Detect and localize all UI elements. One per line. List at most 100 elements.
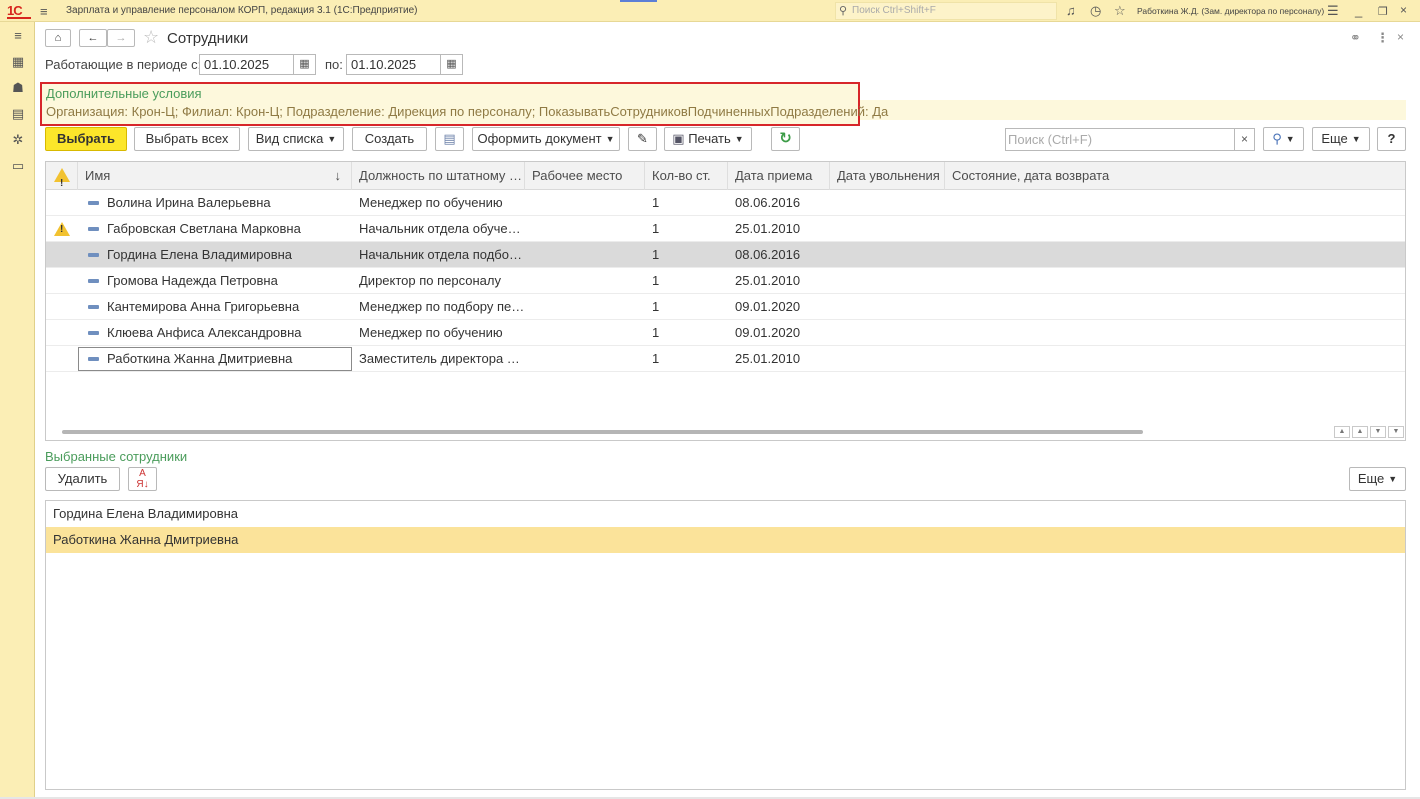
favorite-star-icon[interactable]: ☆ [143, 28, 159, 46]
refresh-button[interactable]: ↻ [771, 127, 800, 151]
global-search-placeholder: Поиск Ctrl+Shift+F [852, 5, 936, 16]
employee-hire-date: 08.06.2016 [735, 247, 801, 262]
minimize-icon[interactable]: _ [1355, 3, 1362, 18]
additional-conditions-box: Дополнительные условия Организация: Крон… [40, 82, 888, 126]
history-icon[interactable]: ◷ [1090, 3, 1101, 19]
sort-down-icon: ↓ [334, 168, 342, 183]
table-header: Имя ↓ Должность по штатному … Рабочее мес… [46, 162, 1405, 190]
column-header-rate[interactable]: Кол-во ст. [645, 162, 728, 190]
restore-icon[interactable]: ❐ [1378, 5, 1388, 18]
id-card-icon[interactable]: ▭ [10, 158, 26, 174]
clear-icon: × [1240, 132, 1248, 146]
table-row[interactable]: Волина Ирина Валерьевна Менеджер по обуче… [46, 190, 1405, 216]
menu-icon[interactable]: ≡ [10, 28, 26, 44]
table-row[interactable]: Гордина Елена Владимировна Начальник отде… [46, 242, 1405, 268]
employee-hire-date: 25.01.2010 [735, 351, 801, 366]
column-header-dismiss-date[interactable]: Дата увольнения [830, 162, 945, 190]
caret-down-icon: ▼ [1351, 134, 1361, 144]
more-actions-icon[interactable]: ⋮ [1376, 30, 1389, 46]
clear-search-button[interactable]: × [1234, 128, 1255, 151]
link-icon[interactable]: ⚭ [1350, 30, 1361, 46]
horizontal-scrollbar[interactable] [62, 430, 1143, 434]
table-row[interactable]: Громова Надежда Петровна Директор по перс… [46, 268, 1405, 294]
calendar-from-button[interactable]: ▦ [294, 54, 316, 75]
list-view-button[interactable]: Вид списка ▼ [248, 127, 344, 151]
close-window-icon[interactable]: × [1400, 3, 1407, 17]
column-header-hire-date[interactable]: Дата приема [728, 162, 830, 190]
make-document-button[interactable]: Оформить документ ▼ [472, 127, 620, 151]
current-user[interactable]: Работкина Ж.Д. (Зам. директора по персон… [1137, 6, 1324, 16]
search-options-button[interactable]: ⚲ ▼ [1263, 127, 1304, 151]
print-button[interactable]: ▣ Печать ▼ [664, 127, 752, 151]
calendar-to-button[interactable]: ▦ [441, 54, 463, 75]
list-search-placeholder: Поиск (Ctrl+F) [1008, 132, 1093, 147]
favorites-star-icon[interactable]: ☆ [1114, 3, 1126, 19]
warning-column-header[interactable] [46, 162, 78, 190]
warning-icon [54, 222, 70, 236]
additional-conditions-text: Организация: Крон-Ц; Филиал: Крон-Ц; Под… [46, 104, 889, 119]
back-button[interactable]: ← [79, 29, 107, 47]
create-button[interactable]: Создать [352, 127, 427, 151]
table-row[interactable]: Клюева Анфиса Александровна Менеджер по о… [46, 320, 1405, 346]
table-row[interactable]: Кантемирова Анна Григорьевна Менеджер по … [46, 294, 1405, 320]
employee-position: Начальник отдела подбо… [359, 247, 522, 262]
main-menu-icon[interactable]: ≡ [40, 4, 48, 19]
additional-conditions-title[interactable]: Дополнительные условия [46, 86, 202, 101]
table-row[interactable]: Габровская Светлана Марковна Начальник от… [46, 216, 1405, 242]
employee-dismiss-date [830, 242, 945, 268]
employee-position: Заместитель директора … [359, 351, 520, 366]
scroll-first-button[interactable]: ▲ [1334, 426, 1350, 438]
more-button[interactable]: Еще ▼ [1312, 127, 1370, 151]
employee-icon [88, 331, 99, 335]
scroll-last-button[interactable]: ▼ [1388, 426, 1404, 438]
list-item[interactable]: Работкина Жанна Дмитриевна [46, 527, 1405, 553]
employee-state [945, 346, 1405, 372]
sort-button[interactable]: А Я↓ [128, 467, 157, 491]
notifications-icon[interactable]: ♫ [1066, 3, 1076, 18]
column-label: Имя [85, 168, 111, 183]
period-from-field[interactable]: 01.10.2025 [199, 54, 294, 75]
1c-logo[interactable]: 1С [7, 3, 31, 19]
attachments-button[interactable]: ✎ [628, 127, 657, 151]
more-label: Еще [1321, 131, 1348, 146]
list-view-label: Вид списка [255, 131, 324, 146]
column-header-position[interactable]: Должность по штатному … [352, 162, 525, 190]
employee-rate: 1 [652, 325, 660, 340]
employees-table: Имя ↓ Должность по штатному … Рабочее мес… [45, 161, 1406, 441]
employee-workplace [525, 190, 645, 216]
employee-rate: 1 [652, 273, 660, 288]
employee-position: Начальник отдела обуче… [359, 221, 521, 236]
table-row[interactable]: Работкина Жанна Дмитриевна Заместитель ди… [46, 346, 1405, 372]
help-button[interactable]: ? [1377, 127, 1406, 151]
employee-state [945, 268, 1405, 294]
column-header-name[interactable]: Имя ↓ [78, 162, 352, 190]
calculator-icon[interactable]: ▤ [10, 106, 26, 122]
list-search-input[interactable]: Поиск (Ctrl+F) [1005, 128, 1235, 151]
gift-icon[interactable]: ▦ [10, 54, 26, 70]
select-all-button[interactable]: Выбрать всех [134, 127, 240, 151]
employee-hire-date: 09.01.2020 [735, 325, 801, 340]
selected-more-button[interactable]: Еще ▼ [1349, 467, 1406, 491]
list-item[interactable]: Гордина Елена Владимировна [46, 501, 1405, 527]
gear-icon[interactable]: ✲ [10, 132, 26, 148]
delete-button[interactable]: Удалить [45, 467, 120, 491]
column-header-workplace[interactable]: Рабочее место [525, 162, 645, 190]
settings-menu-icon[interactable]: ☰ [1327, 3, 1339, 19]
employee-hire-date: 09.01.2020 [735, 299, 801, 314]
employee-hire-date: 25.01.2010 [735, 273, 801, 288]
document-list-button[interactable]: ▤ [435, 127, 464, 151]
period-to-field[interactable]: 01.10.2025 [346, 54, 441, 75]
scroll-up-button[interactable]: ▲ [1352, 426, 1368, 438]
scroll-down-button[interactable]: ▼ [1370, 426, 1386, 438]
employee-name: Кантемирова Анна Григорьевна [107, 299, 300, 314]
global-search-input[interactable]: ⚲ Поиск Ctrl+Shift+F [835, 2, 1057, 20]
forward-button[interactable]: → [107, 29, 135, 47]
calendar-icon: ▦ [446, 58, 457, 70]
home-button[interactable]: ⌂ [45, 29, 71, 47]
people-icon[interactable]: ☗ [10, 80, 26, 96]
close-form-icon[interactable]: × [1397, 30, 1404, 44]
select-button[interactable]: Выбрать [45, 127, 127, 151]
caret-down-icon: ▼ [605, 134, 615, 144]
column-header-state[interactable]: Состояние, дата возврата [945, 162, 1405, 190]
employee-workplace [525, 346, 645, 372]
